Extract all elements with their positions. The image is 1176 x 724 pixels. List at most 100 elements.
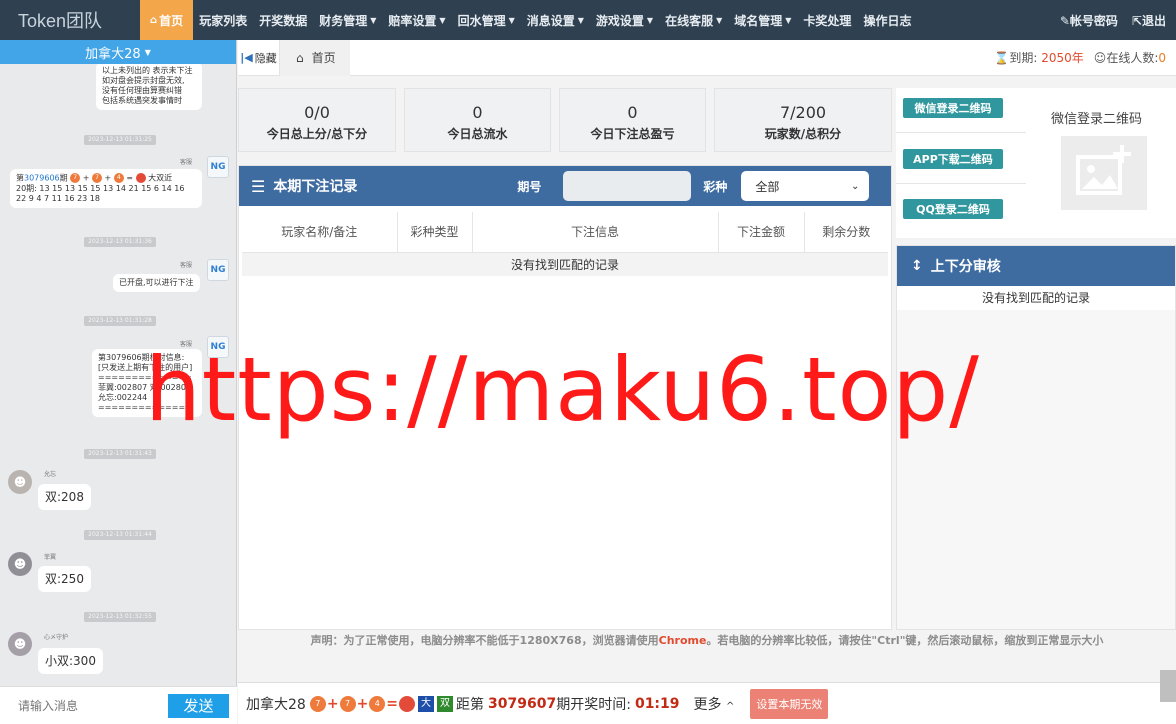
main-content: |◀ 隐藏 ⌂ 首页 ⌛到期: 2050年 ☺在线人数:0 0/0 今日总上分/总下… xyxy=(238,39,1176,724)
qq-qr-button[interactable]: QQ登录二维码 xyxy=(903,199,1003,219)
user-icon: ☺ xyxy=(1093,51,1107,65)
caret-down-icon: ▼ xyxy=(577,15,584,25)
bet-records-header: ☰ 本期下注记录 期号 彩种 全部 ⌄ xyxy=(239,166,891,206)
wechat-qr-button[interactable]: 微信登录二维码 xyxy=(903,98,1003,118)
nav-finance[interactable]: 财务管理 ▼ xyxy=(313,0,382,40)
chat-composer: 发送 xyxy=(0,686,237,724)
stat-card: 0/0 今日总上分/总下分 xyxy=(238,88,396,152)
home-icon: ⌂ xyxy=(296,50,304,65)
list-icon: ☰ xyxy=(251,176,266,196)
column-header[interactable]: 下注金额 xyxy=(718,212,805,253)
chat-bubble: 双:250 xyxy=(38,566,91,592)
chat-message-input[interactable] xyxy=(18,698,168,713)
bet-records-table: 玩家名称/备注 彩种类型 下注信息 下注金额 剩余分数 没有找到匹配的记录 xyxy=(242,212,888,276)
message-timestamp: 2023-12-13 01:31:44 xyxy=(84,530,156,540)
caret-down-icon: ▼ xyxy=(785,15,792,25)
draw-status-bar: 加拿大28 7 + 7 + 4 = 18 大 双 距第 3079607 期开奖时间: … xyxy=(238,682,1176,724)
chat-bubble: 双:208 xyxy=(38,484,91,510)
nav-message[interactable]: 消息设置 ▼ xyxy=(521,0,590,40)
logout-link[interactable]: ⇱退出 xyxy=(1132,12,1166,29)
chat-panel: 加拿大28 ▼ 以上未列出的 表示未下注 如对盘会提示封盘无效, 没有任何理由算… xyxy=(0,40,237,724)
nav-home[interactable]: ⌂ 首页 xyxy=(140,0,194,40)
chat-bubble: 第3079606期核对信息: [只发送上期有下注的用户] ===========… xyxy=(92,349,202,417)
message-timestamp: 2023-12-13 01:31:28 xyxy=(84,316,156,326)
nav-draw-data[interactable]: 开奖数据 xyxy=(253,0,313,40)
nav-stuck-draw[interactable]: 卡奖处理 xyxy=(797,0,857,40)
more-button[interactable]: 更多 ^ xyxy=(694,694,735,714)
nav-oplog[interactable]: 操作日志 xyxy=(857,0,917,40)
user-avatar: ☻ xyxy=(8,470,32,494)
bet-records-panel: ☰ 本期下注记录 期号 彩种 全部 ⌄ 玩家名称/备注 彩种类型 下注信息 下注金额… xyxy=(238,165,892,630)
caret-down-icon: ▼ xyxy=(508,15,515,25)
next-period: 3079607 xyxy=(488,695,557,712)
divider xyxy=(896,132,1026,133)
lottery-type-select[interactable]: 全部 ⌄ xyxy=(741,171,870,201)
collapse-left-icon: |◀ xyxy=(240,51,253,64)
chat-messages[interactable]: 以上未列出的 表示未下注 如对盘会提示封盘无效, 没有任何理由算赛纠错 包括系统… xyxy=(0,64,236,686)
chat-bubble: 已开盘,可以进行下注 xyxy=(113,274,200,292)
sender-name: 客服 xyxy=(180,262,193,269)
chat-bubble: 以上未列出的 表示未下注 如对盘会提示封盘无效, 没有任何理由算赛纠错 包括系统… xyxy=(96,64,202,110)
tab-home[interactable]: ⌂ 首页 xyxy=(280,39,350,76)
caret-down-icon: ▼ xyxy=(370,15,377,25)
nav-odds[interactable]: 赔率设置 ▼ xyxy=(382,0,451,40)
app-qr-button[interactable]: APP下载二维码 xyxy=(903,149,1003,169)
top-right-links: ✎帐号密码 ⇱退出 xyxy=(1060,12,1176,29)
brand-logo[interactable]: Token团队 xyxy=(0,7,140,33)
credit-audit-header: ↕ 上下分审核 xyxy=(897,246,1175,286)
nav-domain[interactable]: 域名管理 ▼ xyxy=(728,0,797,40)
column-header[interactable]: 剩余分数 xyxy=(804,212,888,253)
send-button[interactable]: 发送 xyxy=(168,693,229,718)
column-header[interactable]: 下注信息 xyxy=(472,212,719,253)
main-nav: ⌂ 首页 玩家列表 开奖数据 财务管理 ▼ 赔率设置 ▼ 回水管理 ▼ 消息设置 ▼ 游戏… xyxy=(140,0,917,40)
period-number-input[interactable] xyxy=(563,171,692,201)
qr-panel: 微信登录二维码 APP下载二维码 QQ登录二维码 微信登录二维码 xyxy=(896,88,1176,238)
resolution-notice: 声明：为了正常使用，电脑分辨率不能低于1280X768，浏览器请使用Chrome… xyxy=(310,634,1104,647)
message-timestamp: 2023-12-13 01:31:25 xyxy=(84,135,156,145)
chat-bubble: 第3079606期 7 + 7 + 4 = 18 大双近 20期: 13 15 … xyxy=(10,169,202,208)
nav-player-list[interactable]: 玩家列表 xyxy=(193,0,253,40)
column-header[interactable]: 玩家名称/备注 xyxy=(242,212,398,253)
top-navbar: Token团队 ⌂ 首页 玩家列表 开奖数据 财务管理 ▼ 赔率设置 ▼ 回水管理 ▼ … xyxy=(0,0,1176,40)
sender-name: 允忘 xyxy=(44,471,57,478)
caret-down-icon: ▼ xyxy=(144,47,151,57)
chat-room-selector[interactable]: 加拿大28 ▼ xyxy=(0,40,236,64)
chevron-down-icon: ⌄ xyxy=(850,180,860,192)
chevron-up-icon: ^ xyxy=(725,700,735,712)
hide-sidebar-button[interactable]: |◀ 隐藏 xyxy=(238,39,280,76)
qr-title: 微信登录二维码 xyxy=(1051,112,1143,127)
table-row: 没有找到匹配的记录 xyxy=(242,252,888,276)
caret-down-icon: ▼ xyxy=(646,15,654,25)
caret-down-icon: ▼ xyxy=(439,15,446,25)
stat-card: 7/200 玩家数/总积分 xyxy=(714,88,892,152)
hourglass-icon: ⌛ xyxy=(994,51,1010,65)
result-ball: 7 xyxy=(339,695,356,712)
countdown-timer: 01:19 xyxy=(634,695,680,712)
result-ball: 4 xyxy=(369,695,386,712)
empty-message: 没有找到匹配的记录 xyxy=(897,286,1175,310)
service-avatar: NG xyxy=(207,156,229,178)
nav-game[interactable]: 游戏设置 ▼ xyxy=(590,0,659,40)
message-timestamp: 2023-12-13 01:31:36 xyxy=(84,237,156,247)
result-ball: 7 xyxy=(309,695,326,712)
edit-icon: ✎ xyxy=(1059,13,1070,28)
column-header[interactable]: 彩种类型 xyxy=(397,212,473,253)
sender-name: 客服 xyxy=(180,159,193,166)
caret-down-icon: ▼ xyxy=(716,15,723,25)
nav-support[interactable]: 在线客服 ▼ xyxy=(659,0,728,40)
up-down-arrow-icon: ↕ xyxy=(911,258,923,274)
table-header-row: 玩家名称/备注 彩种类型 下注信息 下注金额 剩余分数 xyxy=(242,212,888,253)
message-timestamp: 2023-12-13 01:31:43 xyxy=(84,449,156,459)
result-sum: 18 xyxy=(399,695,416,712)
set-period-invalid-button[interactable]: 设置本期无效 xyxy=(750,688,829,719)
image-placeholder-icon xyxy=(1061,136,1147,210)
message-timestamp: 2023-12-13 01:32:55 xyxy=(84,612,156,622)
nav-rebate[interactable]: 回水管理 ▼ xyxy=(452,0,521,40)
service-avatar: NG xyxy=(207,336,229,358)
empty-message: 没有找到匹配的记录 xyxy=(242,252,888,276)
service-avatar: NG xyxy=(207,259,229,281)
scroll-to-top-tab[interactable] xyxy=(1160,670,1176,702)
account-password-link[interactable]: ✎帐号密码 xyxy=(1060,12,1118,29)
sender-name: 心メ守护 xyxy=(44,634,69,641)
stat-card: 0 今日总流水 xyxy=(404,88,551,152)
